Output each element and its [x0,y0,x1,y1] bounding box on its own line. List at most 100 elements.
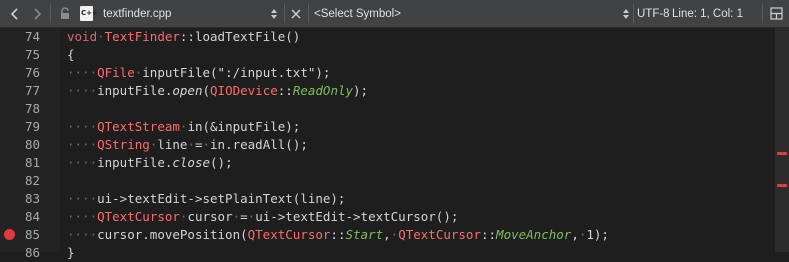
code-token: · [232,209,241,224]
code-token: } [67,245,75,260]
code-token: Start [345,227,384,242]
code-token: open [172,83,203,98]
code-token: MoveAnchor [496,227,572,242]
line-number: 84 [24,209,40,224]
code-token: · [187,137,195,152]
code-line[interactable]: 83 ····ui->textEdit->setPlainText(line); [0,190,775,208]
code-token: · [97,29,105,44]
code-token: inputFile. [97,155,173,170]
code-text[interactable]: { [67,46,75,64]
code-token: QTextCursor [247,227,331,242]
code-token: cursor.movePosition( [97,227,248,242]
code-token: ::loadTextFile() [179,29,301,44]
code-token: cursor [187,209,233,224]
line-number: 78 [24,101,40,116]
scrollbar-error-marker [777,152,787,155]
code-token: inputFile(":/input.txt"); [142,65,331,80]
close-icon[interactable] [287,0,305,27]
split-icon[interactable] [767,0,785,27]
code-token: QString [97,137,150,152]
file-icon-label: C++ [81,9,98,17]
toolbar-divider [762,4,763,23]
code-text[interactable]: ····QTextCursor·cursor·=·ui->textEdit->t… [67,208,458,226]
code-editor-window: C++ textfinder.cpp <Select Symbol> UTF-8… [0,0,789,260]
toolbar-divider [284,4,285,23]
encoding-label[interactable]: UTF-8 [637,0,670,27]
code-token: ···· [67,65,98,80]
code-token: QIODevice [210,83,278,98]
code-token: { [67,47,75,62]
code-token: void [67,29,98,44]
code-text[interactable]: void·TextFinder::loadTextFile() [67,28,300,46]
vertical-scrollbar[interactable] [775,28,789,252]
code-token: ···· [67,83,98,98]
code-token: QTextCursor [97,209,180,224]
code-text[interactable]: ····QFile·inputFile(":/input.txt"); [67,64,330,82]
code-token: :: [277,83,293,98]
back-arrow-icon[interactable] [6,0,24,27]
code-token: (); [210,155,233,170]
code-line[interactable]: 78 [0,100,775,118]
code-line[interactable]: 77 ····inputFile.open(QIODevice::ReadOnly… [0,82,775,100]
code-token: in(&inputFile); [187,119,301,134]
code-token: ui->textEdit->textCursor(); [255,209,459,224]
code-text[interactable]: ····inputFile.close(); [67,154,233,172]
code-line[interactable]: 81 ····inputFile.close(); [0,154,775,172]
line-number: 81 [24,155,40,170]
lock-icon[interactable] [56,0,74,27]
updown-icon[interactable] [620,0,632,27]
line-number: 77 [24,83,40,98]
code-text[interactable]: } [67,244,75,262]
code-token: = [194,137,203,152]
code-line[interactable]: 84 ····QTextCursor·cursor·=·ui->textEdit-… [0,208,775,226]
code-line[interactable]: 86} [0,244,775,262]
code-line[interactable]: 80 ····QString·line·=·in.readAll(); [0,136,775,154]
code-token: ···· [67,209,98,224]
code-line[interactable]: 75 { [0,46,775,64]
scrollbar-error-marker [777,184,787,187]
line-number: 80 [24,137,40,152]
code-token: QTextCursor [398,227,481,242]
code-line[interactable]: 74 void·TextFinder::loadTextFile() [0,28,775,46]
updown-icon[interactable] [268,0,280,27]
cursor-position-label[interactable]: Line: 1, Col: 1 [672,0,743,27]
code-text[interactable]: ····inputFile.open(QIODevice::ReadOnly); [67,82,368,100]
code-token: QTextStream [97,119,180,134]
code-token: ···· [67,155,98,170]
forward-arrow-icon[interactable] [28,0,46,27]
code-token: , [383,227,391,242]
code-token: :: [480,227,497,242]
breakpoint-icon[interactable] [4,229,15,240]
file-name-selector[interactable]: textfinder.cpp [103,0,171,27]
code-text[interactable]: ····ui->textEdit->setPlainText(line); [67,190,345,208]
line-number: 75 [24,47,40,62]
code-editor[interactable]: 74 void·TextFinder::loadTextFile()75 {76 ··… [0,28,789,260]
toolbar-divider [308,4,309,23]
code-token: line [157,137,188,152]
code-text[interactable]: ····QTextStream·in(&inputFile); [67,118,300,136]
code-token: ui->textEdit->setPlainText(line); [97,191,346,206]
code-token: , [571,227,579,242]
line-number: 74 [24,29,40,44]
cpp-file-icon: C++ [80,6,98,21]
line-number: 83 [24,191,40,206]
code-token: ···· [67,227,98,242]
code-token: 1); [586,227,609,242]
line-number: 86 [24,245,40,260]
code-line[interactable]: 85 ····cursor.movePosition(QTextCursor::S… [0,226,775,244]
line-number: 85 [24,227,40,242]
line-number: 79 [24,119,40,134]
code-token: inputFile. [97,83,173,98]
code-text[interactable]: ····cursor.movePosition(QTextCursor::Sta… [67,226,609,244]
code-token: ); [353,83,369,98]
code-line[interactable]: 76 ····QFile·inputFile(":/input.txt"); [0,64,775,82]
code-line[interactable]: 79 ····QTextStream·in(&inputFile); [0,118,775,136]
code-line[interactable]: 82 [0,172,775,190]
symbol-selector[interactable]: <Select Symbol> [314,0,401,27]
code-token: :: [330,227,346,242]
code-text[interactable]: ····QString·line·=·in.readAll(); [67,136,308,154]
code-token: = [240,209,248,224]
code-token: ···· [67,119,98,134]
code-token: ( [202,83,211,98]
line-number: 82 [24,173,40,188]
